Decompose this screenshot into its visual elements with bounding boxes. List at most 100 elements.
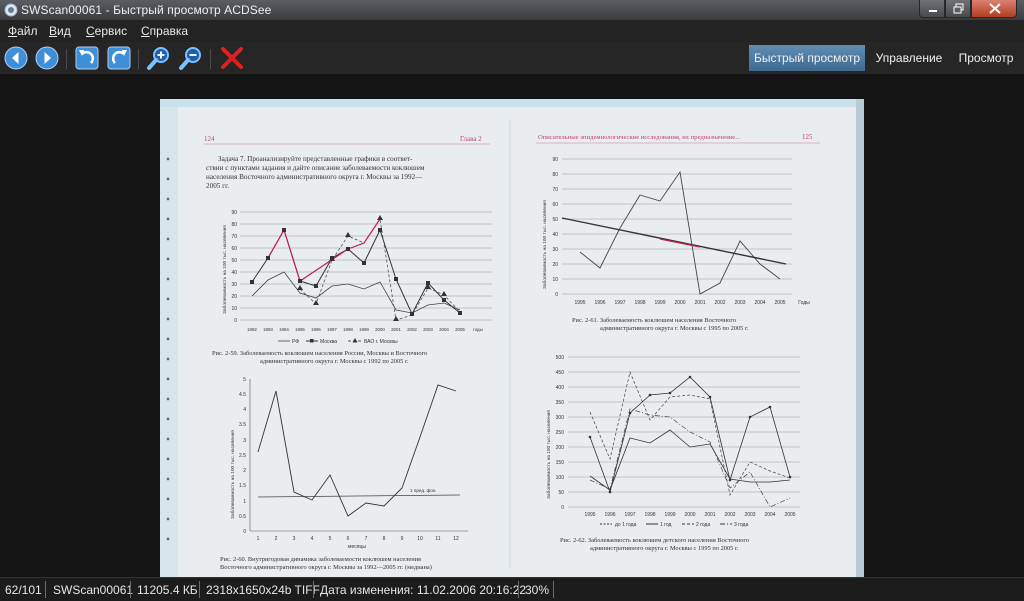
status-separator	[130, 581, 131, 598]
x-tick: 1995	[295, 327, 305, 332]
menu-tools[interactable]: Сервис	[86, 24, 127, 38]
y-tick: 3.5	[239, 422, 246, 428]
scanned-page-image[interactable]: 124 Глава 2 Задача 7. Проанализируйте пр…	[160, 99, 864, 577]
x-tick: 1995	[584, 512, 595, 518]
x-tick: 1996	[594, 300, 605, 306]
y-tick: 40	[231, 270, 237, 276]
x-unit: годы	[473, 327, 483, 332]
x-tick: 1997	[614, 300, 625, 306]
x-tick: 6	[347, 536, 350, 542]
toolbar-separator	[210, 49, 211, 69]
y-tick: 40	[552, 232, 558, 238]
y-tick: 60	[231, 246, 237, 252]
y-tick: 350	[556, 400, 565, 406]
x-tick: 12	[453, 536, 459, 542]
y-tick: 3	[243, 438, 246, 444]
y-tick: 20	[231, 294, 237, 300]
y-tick: 5	[243, 377, 246, 383]
x-tick: 2002	[407, 327, 417, 332]
menu-file[interactable]: Файл	[8, 24, 38, 38]
menu-help[interactable]: Справка	[141, 24, 188, 38]
y-axis-label: Заболеваемость на 100 тыс. населения	[222, 225, 228, 314]
image-viewport[interactable]: 124 Глава 2 Задача 7. Проанализируйте пр…	[0, 75, 1024, 577]
y-tick: 80	[552, 172, 558, 178]
x-tick: 3	[293, 536, 296, 542]
zoom-out-button[interactable]	[178, 45, 204, 71]
x-tick: 1999	[654, 300, 665, 306]
scan-edge-top	[160, 99, 864, 107]
forward-button[interactable]	[34, 45, 60, 71]
x-tick: 2002	[714, 300, 725, 306]
tab-quick-view[interactable]: Быстрый просмотр	[749, 45, 865, 71]
legend-item: до 1 года	[615, 522, 637, 528]
x-tick: 11	[435, 536, 440, 542]
x-tick: 2000	[674, 300, 685, 306]
y-tick: 0	[234, 318, 237, 324]
delete-icon	[221, 47, 243, 69]
y-tick: 0	[561, 505, 564, 511]
y-tick: 70	[231, 234, 237, 240]
delete-button[interactable]	[219, 45, 245, 71]
y-tick: 30	[231, 282, 237, 288]
task-line: населения Восточного административного о…	[206, 173, 423, 181]
status-separator	[45, 581, 46, 598]
y-tick: 90	[231, 210, 237, 216]
menu-view[interactable]: Вид	[49, 24, 71, 38]
close-button[interactable]	[971, 0, 1017, 18]
status-separator	[313, 581, 314, 598]
toolbar-separator	[138, 49, 139, 69]
x-tick: 1998	[634, 300, 645, 306]
x-tick: 2	[275, 536, 278, 542]
legend-item: 2 года	[696, 522, 710, 528]
maximize-button[interactable]	[945, 0, 971, 18]
y-tick: 0	[243, 529, 246, 535]
figure-caption: Рис. 2-60. Внутригодовая динамика заболе…	[220, 556, 421, 563]
status-filename: SWScan00061	[53, 583, 134, 597]
status-separator	[199, 581, 200, 598]
minimize-button[interactable]	[919, 0, 945, 18]
y-tick: 1.5	[239, 483, 246, 489]
x-tick: 2002	[724, 512, 735, 518]
x-tick: 1998	[644, 512, 655, 518]
figure-caption: Рис. 2-62. Заболеваемость коклюшем детск…	[560, 537, 749, 544]
x-axis-label: месяцы	[348, 544, 366, 550]
rotate-left-button[interactable]	[74, 45, 100, 71]
x-tick: 1996	[311, 327, 321, 332]
y-tick: 200	[556, 445, 565, 451]
left-page-chapter: Глава 2	[460, 135, 482, 143]
scan-edge-right	[856, 99, 864, 577]
y-tick: 400	[556, 385, 565, 391]
figure-caption: административного округа г. Москвы с 199…	[600, 325, 749, 332]
rotate-right-button[interactable]	[106, 45, 132, 71]
y-tick: 50	[552, 217, 558, 223]
back-button[interactable]	[3, 45, 29, 71]
legend-item: ВАО г. Москвы	[364, 339, 398, 345]
window-title: SWScan00061 - Быстрый просмотр ACDSee	[21, 3, 272, 17]
restore-icon	[953, 3, 964, 14]
x-tick: 2005	[774, 300, 785, 306]
zoom-in-button[interactable]	[146, 45, 172, 71]
x-tick: 2004	[764, 512, 775, 518]
x-tick: 5	[329, 536, 332, 542]
close-icon	[989, 3, 1001, 14]
scan-svg: 124 Глава 2 Задача 7. Проанализируйте пр…	[160, 99, 864, 577]
x-tick: 1993	[263, 327, 273, 332]
y-tick: 90	[552, 157, 558, 163]
y-tick: 30	[552, 247, 558, 253]
figure-caption: административного округа г. Москвы с 199…	[590, 545, 739, 552]
y-axis-label: Заболеваемость на 100 тыс. населения	[230, 430, 236, 519]
task-line: Задача 7. Проанализируйте представленные…	[218, 155, 413, 163]
y-tick: 250	[556, 430, 565, 436]
tab-manage[interactable]: Управление	[871, 45, 947, 71]
y-tick: 2.5	[239, 453, 246, 459]
status-zoom[interactable]: 30%	[525, 583, 549, 597]
y-tick: 2	[243, 468, 246, 474]
title-bar[interactable]: SWScan00061 - Быстрый просмотр ACDSee	[0, 0, 1024, 20]
y-tick: 450	[556, 370, 565, 376]
y-axis-label: Заболеваемость на 100 тыс. населения	[546, 410, 552, 499]
x-tick: 7	[365, 536, 368, 542]
figure-caption: Восточного административного округа г. М…	[220, 564, 432, 571]
legend-item: 3 года	[734, 522, 748, 528]
tab-view[interactable]: Просмотр	[953, 45, 1019, 71]
x-tick: 2000	[684, 512, 695, 518]
